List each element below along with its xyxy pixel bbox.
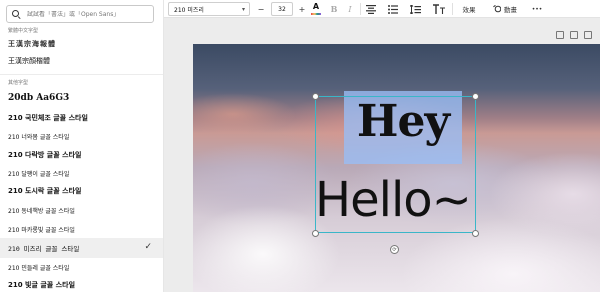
add-page-icon[interactable] bbox=[584, 31, 592, 39]
duplicate-page-icon[interactable] bbox=[570, 31, 578, 39]
section-label-chinese: 繁體中文字型 bbox=[8, 28, 39, 34]
font-search-box[interactable] bbox=[6, 5, 154, 23]
search-icon bbox=[12, 9, 21, 19]
font-option[interactable]: 210 너와봄 글꼴 스타일 bbox=[0, 126, 163, 146]
font-panel: 繁體中文字型 王漢宗海報體 王漢宗顏楷體 其他字型 20db Aa6G3 210… bbox=[0, 0, 164, 292]
color-bar-icon bbox=[311, 13, 321, 15]
bullet-list-icon[interactable] bbox=[387, 2, 399, 16]
design-page[interactable]: Hey Hello~ ⟳ bbox=[193, 44, 600, 292]
rotate-handle-icon[interactable]: ⟳ bbox=[390, 245, 399, 254]
animate-icon bbox=[493, 5, 501, 13]
font-search-input[interactable] bbox=[27, 10, 147, 18]
toolbar-divider bbox=[452, 3, 453, 15]
font-option[interactable]: 210 마카롱빛 글꼴 스타일 bbox=[0, 219, 163, 239]
font-family-dropdown[interactable]: 210 미즈리 ▾ bbox=[168, 2, 250, 16]
resize-handle-top-left[interactable] bbox=[312, 93, 319, 100]
font-option[interactable]: 210 국민체조 글꼴 스타일 bbox=[0, 108, 163, 128]
line-spacing-icon[interactable] bbox=[409, 2, 421, 16]
resize-handle-top-right[interactable] bbox=[472, 93, 479, 100]
font-option[interactable]: 王漢宗顏楷體 bbox=[0, 51, 163, 71]
font-option[interactable]: 210 도시락 글꼴 스타일 bbox=[0, 181, 163, 201]
text-size-icon[interactable] bbox=[432, 2, 446, 16]
bold-button[interactable]: B bbox=[329, 2, 339, 16]
resize-handle-bottom-left[interactable] bbox=[312, 230, 319, 237]
font-option-selected[interactable]: 210 미즈리 글꼴 스타일 ✓ bbox=[0, 238, 163, 258]
font-option[interactable]: 210 다락방 글꼴 스타일 bbox=[0, 145, 163, 165]
animate-button[interactable]: 動畫 bbox=[490, 2, 520, 16]
italic-button[interactable]: I bbox=[345, 2, 355, 16]
text-toolbar: 210 미즈리 ▾ − 32 + A B I 效果 動畫 ••• bbox=[164, 0, 600, 18]
chevron-down-icon: ▾ bbox=[241, 6, 245, 13]
checkmark-icon: ✓ bbox=[144, 242, 152, 252]
font-size-input[interactable]: 32 bbox=[271, 2, 293, 16]
font-option[interactable]: 20db Aa6G3 bbox=[0, 88, 163, 108]
increase-font-size-button[interactable]: + bbox=[297, 2, 307, 16]
decrease-font-size-button[interactable]: − bbox=[256, 2, 266, 16]
text-color-button[interactable]: A bbox=[311, 2, 321, 16]
section-divider bbox=[0, 74, 163, 75]
font-option[interactable]: 210 달팽이 글꼴 스타일 bbox=[0, 163, 163, 183]
font-option[interactable]: 210 동네책방 글꼴 스타일 bbox=[0, 200, 163, 220]
more-options-button[interactable]: ••• bbox=[530, 2, 544, 16]
effects-button[interactable]: 效果 bbox=[460, 2, 478, 16]
page-controls bbox=[556, 31, 592, 39]
toolbar-divider bbox=[360, 3, 361, 15]
selection-box bbox=[315, 96, 476, 233]
font-option[interactable]: 210 빛글 글꼴 스타일 bbox=[0, 275, 163, 292]
section-label-other: 其他字型 bbox=[8, 80, 29, 86]
align-center-icon[interactable] bbox=[365, 2, 377, 16]
resize-handle-bottom-right[interactable] bbox=[472, 230, 479, 237]
page-notes-icon[interactable] bbox=[556, 31, 564, 39]
font-option[interactable]: 210 민들레 글꼴 스타일 bbox=[0, 257, 163, 277]
